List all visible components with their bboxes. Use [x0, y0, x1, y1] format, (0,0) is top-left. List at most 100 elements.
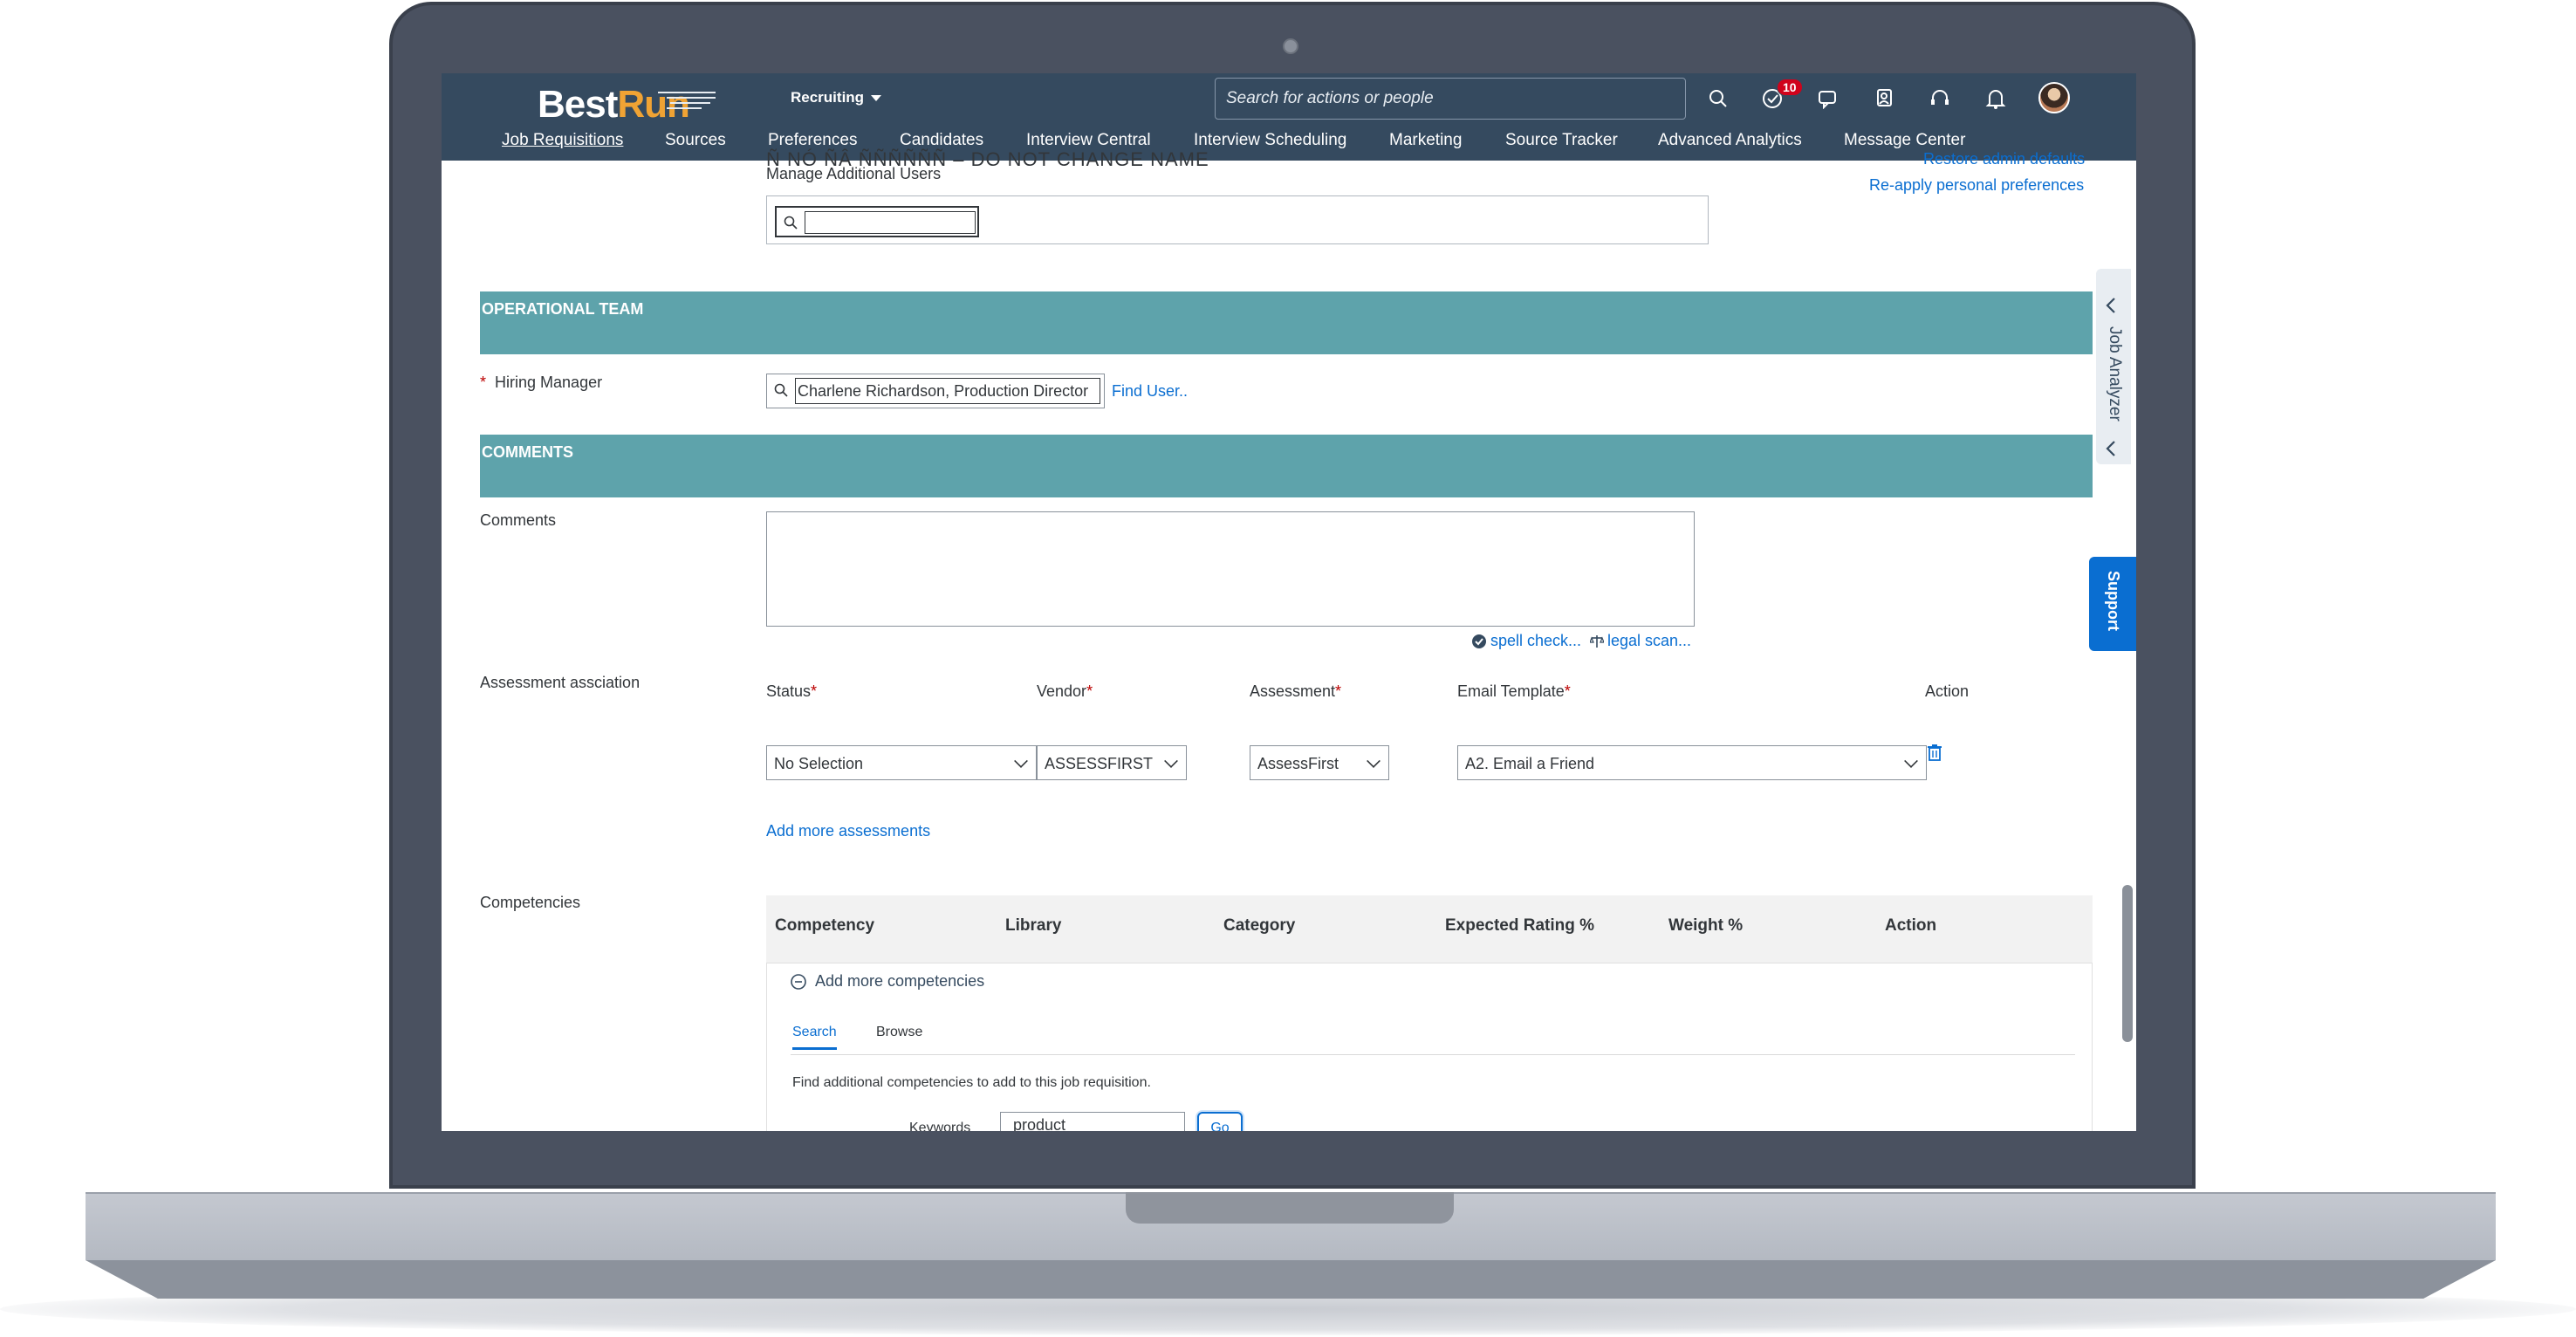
module-label: Recruiting	[791, 89, 865, 106]
chevron-down-icon	[1904, 754, 1918, 768]
vendor-header: Vendor*	[1037, 682, 1093, 701]
search-icon	[784, 216, 798, 230]
add-more-competencies-text: Add more competencies	[815, 972, 985, 990]
spell-check-icon	[1472, 634, 1486, 648]
hiring-manager-text: Hiring Manager	[495, 374, 603, 391]
people-icon[interactable]	[1869, 84, 1899, 113]
nav-advanced-analytics[interactable]: Advanced Analytics	[1658, 131, 1802, 150]
laptop-notch	[1126, 1192, 1454, 1224]
trash-icon[interactable]	[1927, 744, 1942, 761]
tab-browse[interactable]: Browse	[876, 1025, 922, 1040]
hiring-manager-input[interactable]: Charlene Richardson, Production Director	[795, 378, 1100, 404]
assessment-select[interactable]: AssessFirst	[1250, 745, 1389, 780]
camera-icon	[1283, 38, 1298, 54]
nav-job-requisitions[interactable]: Job Requisitions	[502, 131, 623, 150]
tab-search[interactable]: Search	[792, 1025, 837, 1050]
col-competency: Competency	[775, 916, 875, 935]
email-template-select[interactable]: A2. Email a Friend	[1457, 745, 1927, 780]
nav-preferences[interactable]: Preferences	[768, 131, 857, 150]
legal-scan-link[interactable]: legal scan...	[1590, 632, 1691, 650]
required-mark: *	[1564, 682, 1571, 700]
manage-users-search[interactable]	[775, 206, 979, 237]
nav-message-center[interactable]: Message Center	[1844, 131, 1965, 150]
assessment-value: AssessFirst	[1257, 755, 1339, 772]
section-title: COMMENTS	[482, 443, 573, 461]
notification-badge: 10	[1777, 79, 1803, 96]
manage-users-label: Manage Additional Users	[766, 165, 942, 182]
status-value: No Selection	[774, 755, 864, 772]
status-select[interactable]: No Selection	[766, 745, 1037, 780]
headset-icon[interactable]	[1925, 84, 1955, 113]
support-label: Support	[2105, 571, 2122, 631]
nav-interview-central[interactable]: Interview Central	[1026, 131, 1151, 150]
nav-marketing[interactable]: Marketing	[1389, 131, 1462, 150]
assessment-header: Assessment*	[1250, 682, 1341, 701]
collapse-minus-icon	[791, 973, 806, 990]
comments-textarea[interactable]	[766, 511, 1695, 627]
assessment-label: Assessment assciation	[480, 674, 641, 691]
tab-divider	[791, 1054, 2075, 1055]
vendor-value: ASSESSFIRST	[1045, 755, 1154, 772]
comments-header: COMMENTS	[480, 435, 2093, 497]
search-icon	[774, 383, 788, 397]
restore-defaults-link[interactable]: Restore admin defaults	[1923, 150, 2085, 168]
operational-team-header: OPERATIONAL TEAM	[480, 291, 2093, 354]
assessment-header-text: Assessment	[1250, 682, 1336, 700]
competencies-label: Competencies	[480, 894, 581, 911]
logo-lines-icon	[658, 92, 716, 109]
logo-best: Best	[538, 83, 618, 126]
chevron-left-icon	[2106, 441, 2115, 456]
find-competencies-text: Find additional competencies to add to t…	[792, 1075, 1151, 1090]
legal-scale-icon	[1590, 634, 1604, 648]
status-header: Status*	[766, 682, 817, 701]
nav-sources[interactable]: Sources	[665, 131, 726, 150]
manage-users-input[interactable]	[805, 211, 976, 234]
module-menu[interactable]: Recruiting	[791, 89, 882, 106]
email-template-value: A2. Email a Friend	[1465, 755, 1595, 772]
hiring-manager-label: * Hiring Manager	[480, 374, 602, 392]
keywords-input[interactable]: product	[1000, 1112, 1185, 1131]
bell-icon[interactable]	[1981, 84, 2011, 113]
content-area: Ñ NÓ ÑÂ ÑÑÑÑÑÑ – DO NOT CHANGE NAME Mana…	[442, 148, 2136, 1131]
search-input[interactable]	[1215, 78, 1686, 120]
col-action: Action	[1885, 916, 1937, 935]
find-user-link[interactable]: Find User..	[1112, 382, 1188, 401]
job-analyzer-label: Job Analyzer	[2106, 326, 2124, 422]
chat-icon[interactable]	[1813, 84, 1843, 113]
spell-check-text: spell check...	[1490, 632, 1582, 649]
status-header-text: Status	[766, 682, 812, 700]
col-weight: Weight %	[1668, 916, 1744, 935]
vendor-select[interactable]: ASSESSFIRST	[1037, 745, 1187, 780]
nav-interview-scheduling[interactable]: Interview Scheduling	[1194, 131, 1346, 150]
legal-scan-text: legal scan...	[1607, 632, 1692, 649]
chevron-down-icon	[1367, 754, 1380, 768]
nav-source-tracker[interactable]: Source Tracker	[1505, 131, 1618, 150]
vendor-header-text: Vendor	[1037, 682, 1087, 700]
required-mark: *	[480, 374, 487, 391]
col-category: Category	[1223, 916, 1296, 935]
required-mark: *	[1086, 682, 1093, 700]
chevron-left-icon	[2106, 298, 2115, 313]
email-template-header-text: Email Template	[1457, 682, 1565, 700]
section-title: OPERATIONAL TEAM	[482, 300, 644, 318]
required-mark: *	[1335, 682, 1342, 700]
screen: BestRun Recruiting 10	[442, 73, 2136, 1131]
comments-label: Comments	[480, 511, 557, 529]
add-more-competencies-link[interactable]: Add more competencies	[791, 972, 984, 991]
add-more-assessments-link[interactable]: Add more assessments	[766, 822, 930, 840]
shell-bar: BestRun Recruiting 10	[442, 73, 2136, 161]
col-library: Library	[1005, 916, 1062, 935]
search-icon[interactable]	[1703, 84, 1733, 113]
stage: BestRun Recruiting 10	[0, 0, 2576, 1337]
action-header: Action	[1925, 682, 1970, 700]
reapply-preferences-link[interactable]: Re-apply personal preferences	[1869, 176, 2084, 195]
spell-check-link[interactable]: spell check...	[1471, 632, 1581, 650]
nav-candidates[interactable]: Candidates	[900, 131, 983, 150]
go-button[interactable]: Go	[1197, 1112, 1243, 1131]
scrollbar-thumb[interactable]	[2122, 885, 2133, 1042]
hiring-manager-field[interactable]: Charlene Richardson, Production Director	[766, 374, 1105, 408]
avatar[interactable]	[2038, 82, 2070, 113]
chevron-down-icon	[871, 94, 882, 101]
email-template-header: Email Template*	[1457, 682, 1571, 701]
col-expected-rating: Expected Rating %	[1445, 916, 1595, 935]
